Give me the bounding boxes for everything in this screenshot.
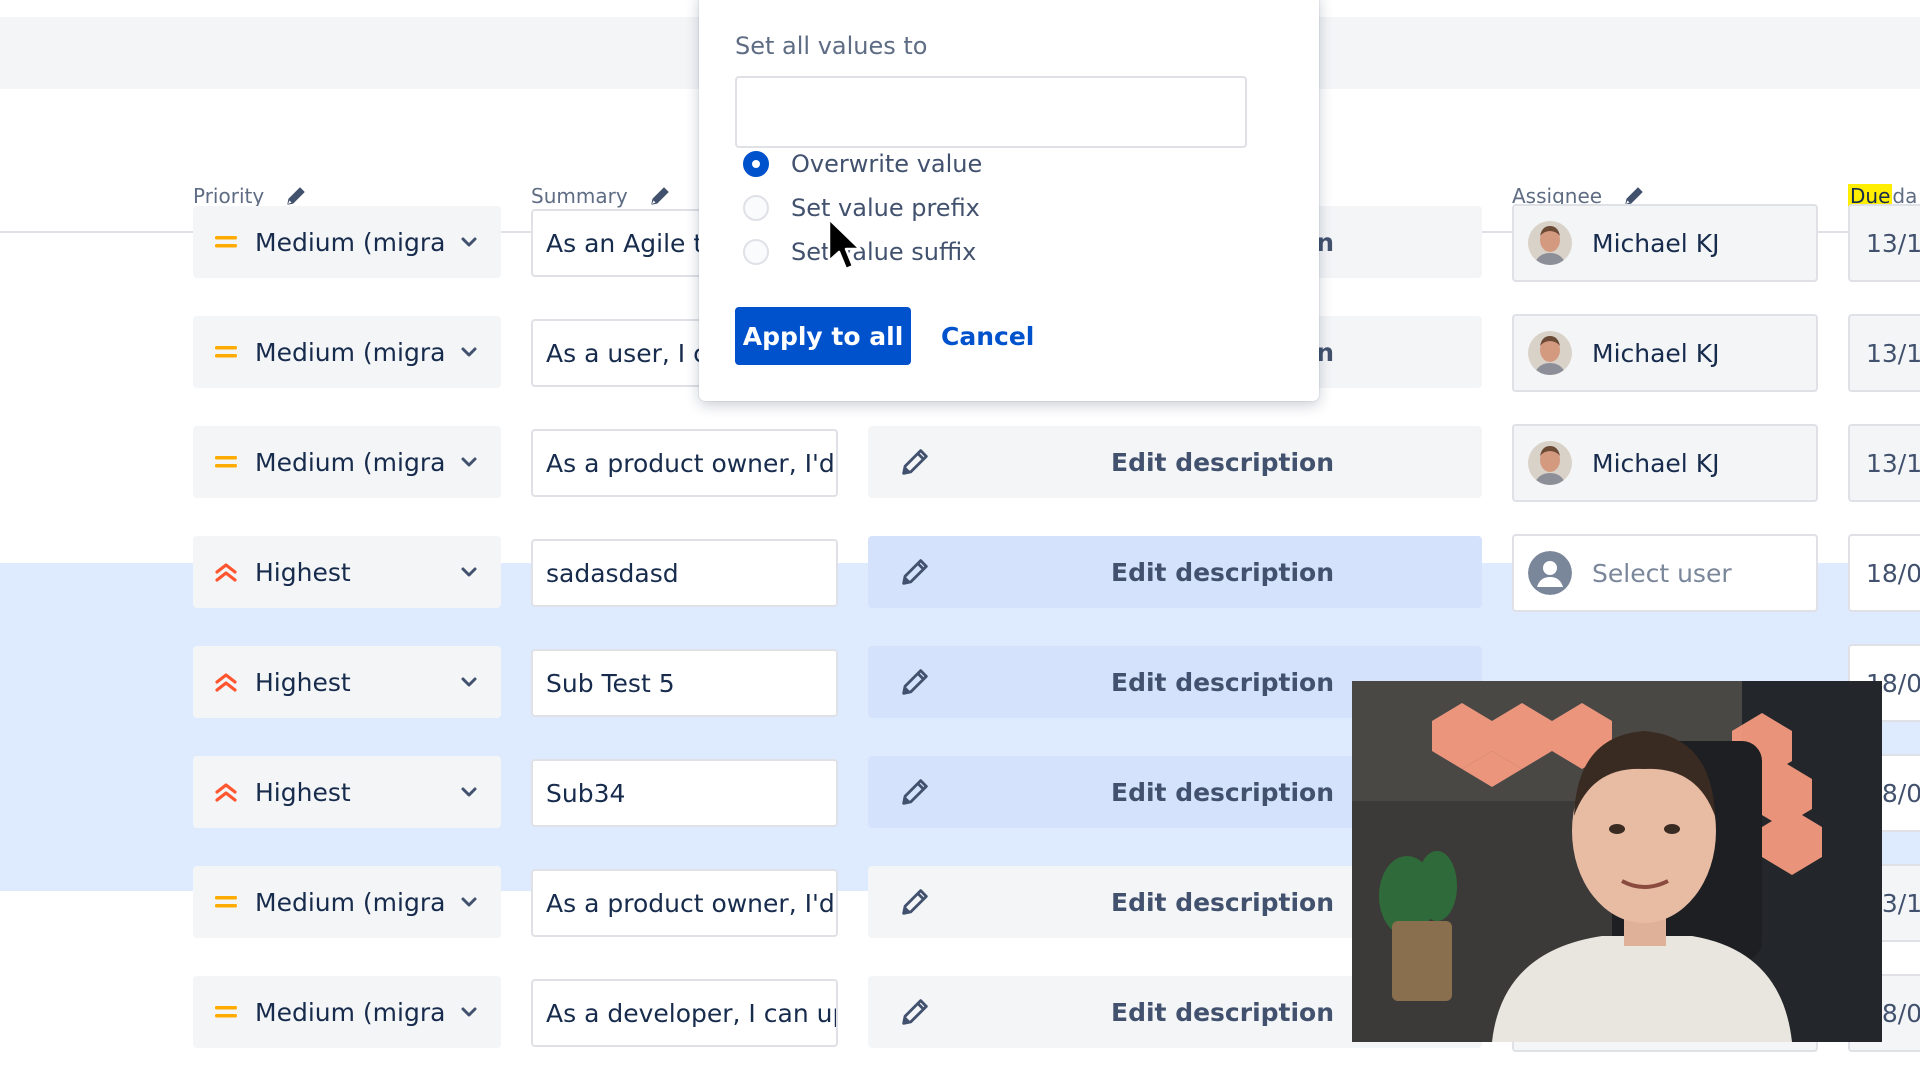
avatar-icon [1528, 331, 1572, 375]
due-date-text: 18/0 [1866, 558, 1920, 588]
summary-field[interactable]: As a developer, I can upd [531, 979, 838, 1047]
chevron-down-icon[interactable] [459, 452, 479, 472]
pencil-icon[interactable] [898, 555, 932, 589]
equals-icon [215, 1006, 237, 1018]
assignee-name: Select user [1592, 558, 1732, 588]
due-date-text: 13/1 [1866, 338, 1920, 368]
edit-description-label: Edit description [1111, 887, 1335, 917]
avatar-icon [1528, 221, 1572, 265]
priority-label: Highest [255, 557, 351, 587]
priority-select[interactable]: Medium (migra [193, 426, 501, 498]
priority-select[interactable]: Medium (migra [193, 866, 501, 938]
priority-select[interactable]: Highest [193, 646, 501, 718]
summary-field[interactable]: sadasdasd [531, 539, 838, 607]
assignee-picker[interactable]: Michael KJ [1512, 314, 1818, 392]
priority-label: Medium (migra [255, 887, 446, 917]
cancel-button[interactable]: Cancel [929, 307, 1046, 365]
priority-label: Medium (migra [255, 447, 446, 477]
assignee-name: Michael KJ [1592, 338, 1720, 368]
radio-button[interactable] [743, 195, 769, 221]
edit-description-label: Edit description [1111, 447, 1335, 477]
radio-label: Set value prefix [791, 194, 980, 222]
summary-text: As a product owner, I'd li [546, 888, 838, 918]
edit-description-label: Edit description [1111, 557, 1335, 587]
apply-to-all-button[interactable]: Apply to all [735, 307, 911, 365]
radio-overwrite-value[interactable]: Overwrite value [743, 150, 982, 178]
summary-text: As a developer, I can upd [546, 998, 838, 1028]
summary-text: Sub34 [546, 778, 626, 808]
priority-label: Medium (migra [255, 337, 446, 367]
chevron-down-icon[interactable] [459, 892, 479, 912]
due-date-field[interactable]: 13/1 [1848, 204, 1920, 282]
edit-description-label: Edit description [1111, 777, 1335, 807]
summary-text: As an Agile te [546, 228, 719, 258]
double-chevron-up-icon [215, 563, 237, 582]
summary-text: sadasdasd [546, 558, 679, 588]
summary-field[interactable]: As a product owner, I'd li [531, 869, 838, 937]
priority-select[interactable]: Medium (migra [193, 976, 501, 1048]
priority-label: Highest [255, 667, 351, 697]
user-placeholder-icon [1528, 551, 1572, 595]
summary-text: As a product owner, I'd li [546, 448, 838, 478]
pencil-icon[interactable] [898, 665, 932, 699]
equals-icon [215, 456, 237, 468]
avatar-icon [1528, 441, 1572, 485]
radio-label: Set value suffix [791, 238, 977, 266]
due-date-field[interactable]: 18/0 [1848, 534, 1920, 612]
edit-description-label: Edit description [1111, 667, 1335, 697]
equals-icon [215, 346, 237, 358]
assignee-picker[interactable]: Select user [1512, 534, 1818, 612]
pencil-icon[interactable] [898, 775, 932, 809]
table-row: Highest sadasdasd Edit description Select u… [0, 518, 1920, 628]
assignee-picker[interactable]: Michael KJ [1512, 424, 1818, 502]
chevron-down-icon[interactable] [459, 782, 479, 802]
summary-field[interactable]: Sub34 [531, 759, 838, 827]
due-date-field[interactable]: 13/1 [1848, 424, 1920, 502]
description-editor[interactable]: Edit description [868, 426, 1482, 498]
due-date-text: 13/1 [1866, 228, 1920, 258]
summary-text: Sub Test 5 [546, 668, 675, 698]
chevron-down-icon[interactable] [459, 562, 479, 582]
priority-select[interactable]: Medium (migra [193, 316, 501, 388]
bulk-value-input[interactable] [735, 76, 1247, 148]
priority-select[interactable]: Medium (migra [193, 206, 501, 278]
page: Priority Summary Assignee Due da Medium … [0, 0, 1920, 1080]
presenter-video-image [1352, 681, 1882, 1042]
assignee-name: Michael KJ [1592, 228, 1720, 258]
priority-label: Highest [255, 777, 351, 807]
summary-field[interactable]: Sub Test 5 [531, 649, 838, 717]
pencil-icon[interactable] [898, 445, 932, 479]
priority-label: Medium (migra [255, 227, 446, 257]
assignee-picker[interactable]: Michael KJ [1512, 204, 1818, 282]
description-editor[interactable]: Edit description [868, 536, 1482, 608]
due-date-field[interactable]: 13/1 [1848, 314, 1920, 392]
mouse-pointer-icon [827, 217, 862, 271]
priority-select[interactable]: Highest [193, 536, 501, 608]
radio-button[interactable] [743, 151, 769, 177]
equals-icon [215, 896, 237, 908]
bulk-edit-popup: Set all values to Overwrite value Set va… [699, 0, 1319, 401]
chevron-down-icon[interactable] [459, 672, 479, 692]
chevron-down-icon[interactable] [459, 232, 479, 252]
double-chevron-up-icon [215, 783, 237, 802]
priority-label: Medium (migra [255, 997, 446, 1027]
popup-title: Set all values to [735, 32, 928, 60]
priority-select[interactable]: Highest [193, 756, 501, 828]
pencil-icon[interactable] [898, 995, 932, 1029]
due-date-text: 13/1 [1866, 448, 1920, 478]
chevron-down-icon[interactable] [459, 342, 479, 362]
pencil-icon[interactable] [898, 885, 932, 919]
webcam-overlay [1352, 681, 1882, 1042]
radio-button[interactable] [743, 239, 769, 265]
radio-label: Overwrite value [791, 150, 983, 178]
summary-field[interactable]: As a product owner, I'd li [531, 429, 838, 497]
double-chevron-up-icon [215, 673, 237, 692]
assignee-name: Michael KJ [1592, 448, 1720, 478]
table-row: Medium (migra As a product owner, I'd li E… [0, 408, 1920, 518]
chevron-down-icon[interactable] [459, 1002, 479, 1022]
equals-icon [215, 236, 237, 248]
edit-description-label: Edit description [1111, 997, 1335, 1027]
